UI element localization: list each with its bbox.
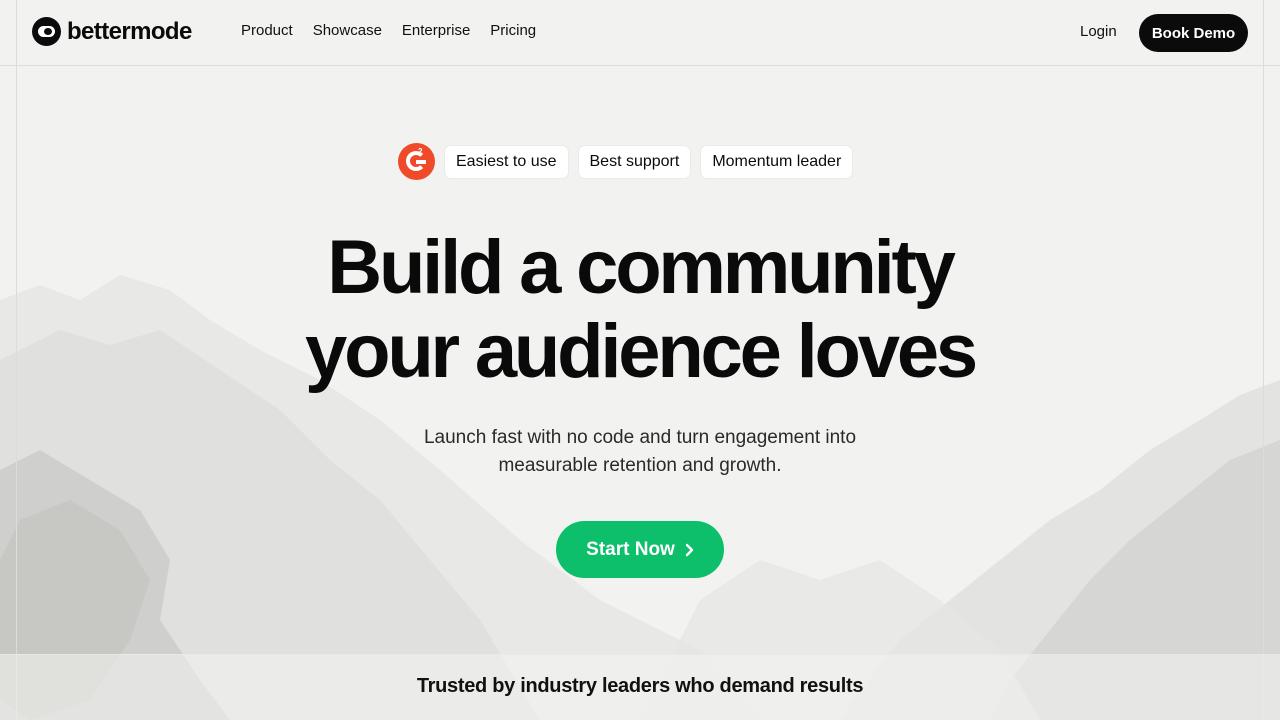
nav-item-enterprise[interactable]: Enterprise xyxy=(402,22,470,39)
nav-item-pricing[interactable]: Pricing xyxy=(490,22,536,39)
award-badges: 2 Easiest to use Best support Momentum l… xyxy=(398,143,863,180)
brand-name: bettermode xyxy=(67,17,192,45)
site-header: bettermode Product Showcase Enterprise P… xyxy=(0,0,1280,65)
trusted-heading: Trusted by industry leaders who demand r… xyxy=(416,675,864,697)
login-link[interactable]: Login xyxy=(1080,23,1117,40)
book-demo-button[interactable]: Book Demo xyxy=(1139,14,1248,52)
hero-subtitle-line-2: measurable retention and growth. xyxy=(498,455,782,476)
badge-easiest-to-use: Easiest to use xyxy=(445,145,568,178)
nav-item-showcase[interactable]: Showcase xyxy=(313,22,382,39)
toggle-logo-icon xyxy=(32,17,61,46)
frame-line-right xyxy=(1263,0,1264,720)
chevron-right-icon xyxy=(685,543,694,556)
hero-title: Build a community your audience loves xyxy=(240,226,1040,394)
hero-title-line-1: Build a community xyxy=(327,225,956,310)
badge-momentum-leader: Momentum leader xyxy=(701,145,853,178)
hero-subtitle-line-1: Launch fast with no code and turn engage… xyxy=(423,427,857,448)
hero-subtitle: Launch fast with no code and turn engage… xyxy=(380,424,900,480)
main-nav: Product Showcase Enterprise Pricing xyxy=(241,22,556,39)
g2-logo-icon: 2 xyxy=(398,143,435,180)
start-now-label: Start Now xyxy=(586,538,675,560)
frame-line-left xyxy=(16,0,17,720)
start-now-button[interactable]: Start Now xyxy=(556,521,724,578)
header-divider xyxy=(0,65,1280,66)
nav-item-product[interactable]: Product xyxy=(241,22,293,39)
badge-best-support: Best support xyxy=(578,145,691,178)
brand-logo[interactable]: bettermode xyxy=(32,17,192,46)
hero-title-line-2: your audience loves xyxy=(305,309,978,394)
